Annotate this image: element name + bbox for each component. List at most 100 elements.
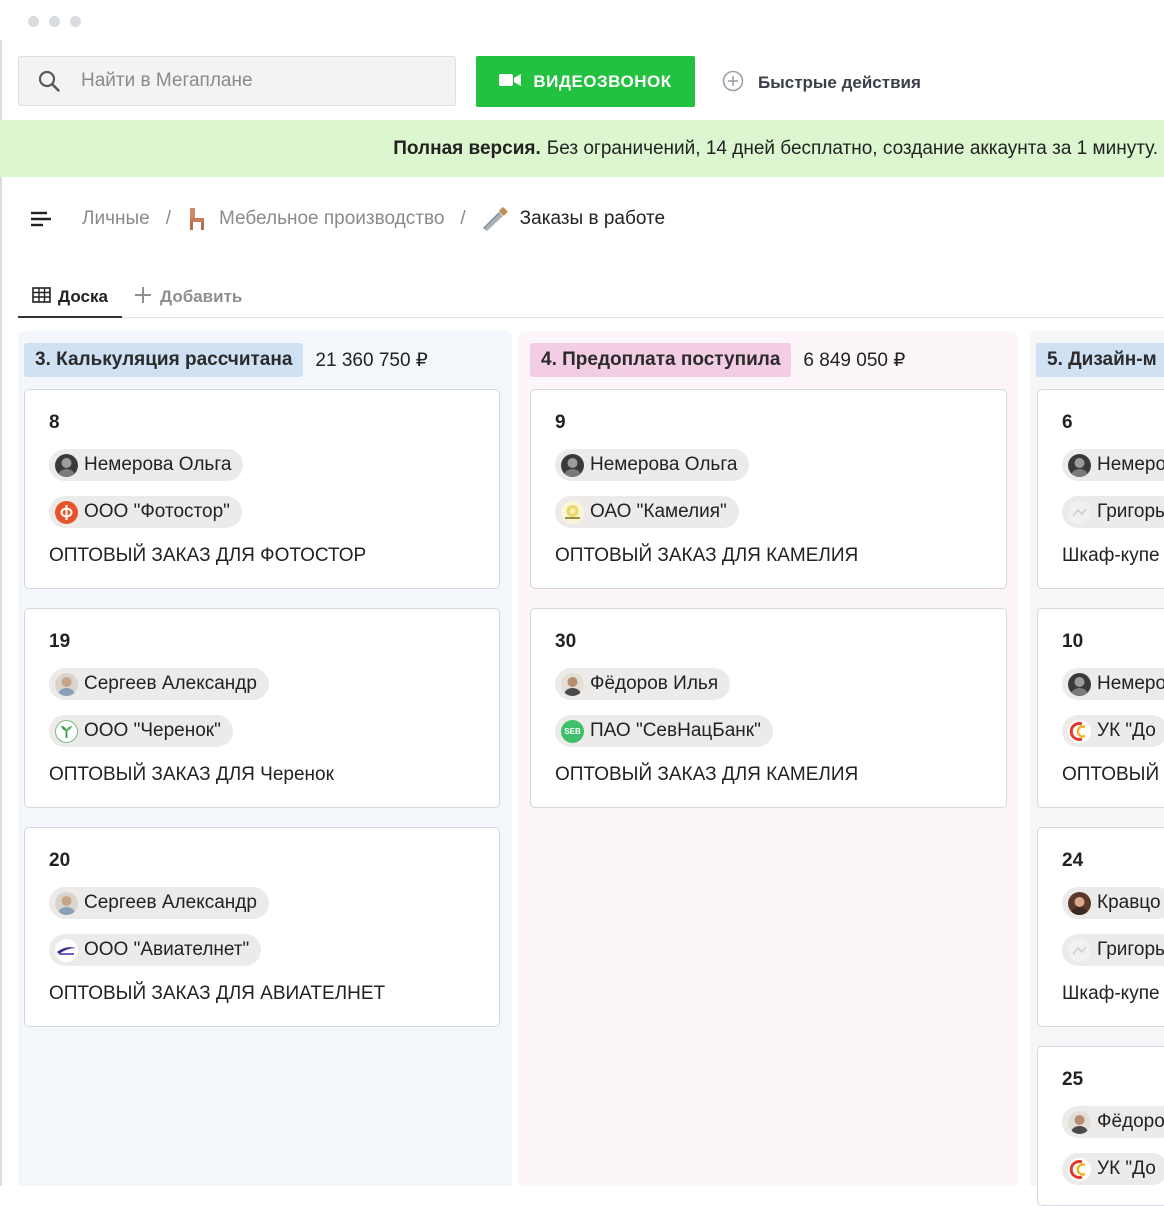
avatar <box>1068 672 1091 696</box>
company-chip[interactable]: ООО "Фотостор" <box>49 496 242 528</box>
kameliya-logo <box>561 500 584 524</box>
company-name: ПАО "СевНацБанк" <box>590 720 761 741</box>
avatar <box>561 453 584 477</box>
quick-actions-label: Быстрые действия <box>758 73 921 92</box>
avatar <box>561 672 584 696</box>
company-chip[interactable]: УК "До <box>1062 1153 1164 1185</box>
window-dot-maximize[interactable] <box>70 16 81 27</box>
cherenok-logo <box>55 719 78 743</box>
company-name: УК "До <box>1097 1158 1156 1179</box>
company-chip[interactable]: Григорь <box>1062 496 1164 528</box>
video-call-label: ВИДЕОЗВОНОК <box>533 71 672 91</box>
deal-card[interactable]: 10 Немеро УК "До ОПТОВЫЙ <box>1037 608 1164 808</box>
board-icon <box>32 286 51 308</box>
plus-circle-icon <box>722 70 744 97</box>
company-chip[interactable]: SEB ПАО "СевНацБанк" <box>555 715 773 747</box>
person-chip[interactable]: Сергеев Александр <box>49 887 269 919</box>
window-dot-close[interactable] <box>28 16 39 27</box>
person-chip[interactable]: Фёдоро <box>1062 1106 1164 1138</box>
deal-card[interactable]: 25 Фёдоро УК "До <box>1037 1046 1164 1206</box>
company-name: ООО "Авиателнет" <box>84 939 250 960</box>
company-name: Григорь <box>1097 939 1164 960</box>
avatar <box>55 891 78 915</box>
person-chip[interactable]: Сергеев Александр <box>49 668 269 700</box>
company-name: УК "До <box>1097 720 1156 741</box>
column-sum: 21 360 750 ₽ <box>315 349 428 371</box>
company-name: ООО "Черенок" <box>84 720 221 741</box>
menu-icon[interactable] <box>30 210 52 228</box>
person-name: Фёдоров Илья <box>590 673 719 694</box>
sevnacbank-logo: SEB <box>561 719 584 743</box>
column-header: 3. Калькуляция рассчитана 21 360 750 ₽ <box>24 343 428 377</box>
search-input[interactable] <box>79 69 455 93</box>
person-chip[interactable]: Немерова Ольга <box>555 449 750 481</box>
stage-badge[interactable]: 3. Калькуляция рассчитана <box>24 343 304 377</box>
breadcrumb-personal[interactable]: Личные <box>82 208 150 230</box>
company-chip[interactable]: УК "До <box>1062 715 1164 747</box>
deal-number: 24 <box>1062 850 1084 871</box>
deal-card[interactable]: 19 Сергеев Александр ООО "Черенок" ОПТОВ… <box>24 608 500 808</box>
deal-title: Шкаф-купе <box>1062 545 1160 566</box>
aviatelnet-logo <box>55 938 78 962</box>
tab-add[interactable]: Добавить <box>134 278 242 316</box>
column-header: 5. Дизайн-м <box>1036 343 1164 377</box>
board-column-design: 5. Дизайн-м 6 Немеро Григорь Шкаф-купе 1… <box>1030 331 1164 1206</box>
company-logo <box>1068 938 1091 962</box>
deal-title: ОПТОВЫЙ ЗАКАЗ ДЛЯ ФОТОСТОР <box>49 545 367 566</box>
deal-number: 19 <box>49 631 71 652</box>
deal-card[interactable]: 6 Немеро Григорь Шкаф-купе <box>1037 389 1164 589</box>
deal-title: ОПТОВЫЙ ЗАКАЗ ДЛЯ Черенок <box>49 764 334 785</box>
deal-card[interactable]: 9 Немерова Ольга ОАО "Камелия" ОПТОВЫЙ З… <box>530 389 1007 589</box>
breadcrumb-separator: / <box>460 208 466 229</box>
deal-title: ОПТОВЫЙ ЗАКАЗ ДЛЯ АВИАТЕЛНЕТ <box>49 983 386 1004</box>
deal-title: ОПТОВЫЙ <box>1062 764 1160 785</box>
company-chip[interactable]: ООО "Черенок" <box>49 715 233 747</box>
deal-number: 10 <box>1062 631 1084 652</box>
window-dot-minimize[interactable] <box>49 16 60 27</box>
deal-number: 6 <box>1062 412 1073 433</box>
deal-title: ОПТОВЫЙ ЗАКАЗ ДЛЯ КАМЕЛИЯ <box>555 545 859 566</box>
company-chip[interactable]: ОАО "Камелия" <box>555 496 739 528</box>
person-name: Фёдоро <box>1097 1111 1164 1132</box>
deal-card[interactable]: 30 Фёдоров Илья SEB ПАО "СевНацБанк" ОПТ… <box>530 608 1007 808</box>
deal-number: 8 <box>49 412 60 433</box>
deal-number: 20 <box>49 850 71 871</box>
company-chip[interactable]: Григорь <box>1062 934 1164 966</box>
person-chip[interactable]: Немеро <box>1062 449 1164 481</box>
tab-add-label: Добавить <box>160 287 243 306</box>
promo-banner[interactable]: Полная версия. Без ограничений, 14 дней … <box>0 120 1164 177</box>
board-column-prepayment: 4. Предоплата поступила 6 849 050 ₽ 9 Не… <box>518 331 1018 1186</box>
person-chip[interactable]: Немеро <box>1062 668 1164 700</box>
quick-actions-button[interactable]: Быстрые действия <box>722 68 921 98</box>
company-chip[interactable]: ООО "Авиателнет" <box>49 934 262 966</box>
person-name: Немеро <box>1097 673 1164 694</box>
deal-card[interactable]: 24 Кравцо Григорь Шкаф-купе <box>1037 827 1164 1027</box>
person-name: Немеро <box>1097 454 1164 475</box>
company-name: ООО "Фотостор" <box>84 501 230 522</box>
uk-logo <box>1068 1157 1091 1181</box>
person-chip[interactable]: Кравцо <box>1062 887 1164 919</box>
uk-logo <box>1068 719 1091 743</box>
tab-board-label: Доска <box>58 287 108 306</box>
promo-text: Без ограничений, 14 дней бесплатно, созд… <box>546 137 1158 159</box>
breadcrumb-orders: Заказы в работе <box>519 208 666 229</box>
person-chip[interactable]: Фёдоров Илья <box>555 668 731 700</box>
deal-number: 30 <box>555 631 577 652</box>
person-name: Немерова Ольга <box>590 454 738 475</box>
deal-card[interactable]: 20 Сергеев Александр ООО "Авиателнет" ОП… <box>24 827 500 1027</box>
company-name: ОАО "Камелия" <box>590 501 727 522</box>
deal-title: Шкаф-купе <box>1062 983 1160 1004</box>
person-chip[interactable]: Немерова Ольга <box>49 449 244 481</box>
breadcrumb-furniture[interactable]: Мебельное производство <box>219 208 444 230</box>
stage-badge[interactable]: 4. Предоплата поступила <box>530 343 792 377</box>
deal-card[interactable]: 8 Немерова Ольга ООО "Фотостор" ОПТОВЫЙ … <box>24 389 500 589</box>
avatar <box>55 672 78 696</box>
video-call-button[interactable]: ВИДЕОЗВОНОК <box>476 56 695 107</box>
plus-icon <box>134 286 152 309</box>
video-camera-icon <box>499 72 522 92</box>
tab-board[interactable]: Доска <box>18 278 122 318</box>
stage-badge[interactable]: 5. Дизайн-м <box>1036 343 1164 377</box>
fotostor-logo <box>55 500 78 524</box>
breadcrumb-separator: / <box>165 208 171 229</box>
search-box[interactable] <box>18 56 456 106</box>
